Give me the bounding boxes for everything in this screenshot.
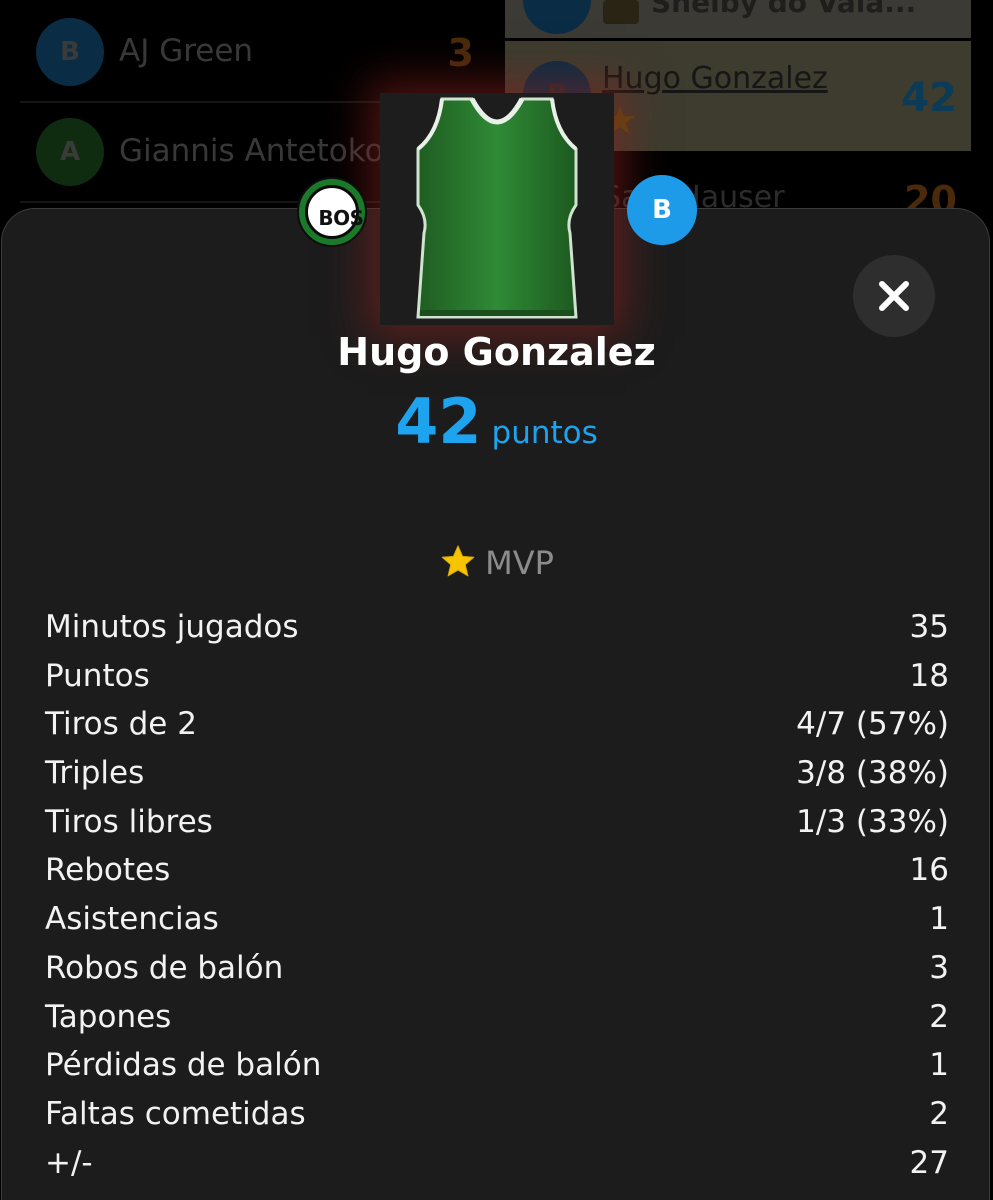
stats-table: Minutos jugados 35 Puntos 18 Tiros de 2 4/7… [45,603,949,1187]
book-icon [603,0,639,24]
jersey-icon [416,97,578,319]
stat-row: Minutos jugados 35 [45,603,949,652]
list-item[interactable]: Shelby do Vala... [505,0,971,38]
player-score: 3 [447,31,474,75]
stat-value: 2 [929,1095,949,1132]
screen: B AJ Green 3 A Giannis Antetoko... Shelb… [0,0,993,1200]
stat-label: Rebotes [45,852,171,889]
stat-row: Asistencias 1 [45,895,949,944]
list-item[interactable]: B AJ Green 3 [20,3,488,103]
stat-row: Puntos 18 [45,652,949,701]
avatar: B [36,18,104,86]
position-badge: B [627,175,697,245]
stat-value: 3/8 (38%) [796,755,949,792]
close-button[interactable] [853,255,935,337]
player-score: 42 [901,75,957,121]
stat-label: +/- [45,1144,93,1181]
mvp-label: MVP [0,544,993,582]
stat-label: Minutos jugados [45,609,299,645]
stat-value: 1 [929,1047,949,1084]
stat-row: Pérdidas de balón 1 [45,1041,949,1090]
stat-label: Robos de balón [45,949,284,986]
player-name: AJ Green [119,33,254,69]
avatar: A [36,118,104,186]
stat-value: 3 [929,949,949,986]
score-value: 42 [395,385,482,458]
player-name-link[interactable]: Hugo Gonzalez [602,61,828,96]
stat-value: 35 [909,609,949,645]
score-unit: puntos [491,415,598,451]
stat-row: Robos de balón 3 [45,944,949,993]
stat-row: Triples 3/8 (38%) [45,749,949,798]
stat-value: 2 [929,998,949,1035]
jersey-image [380,93,614,325]
avatar [523,0,591,34]
stat-value: 16 [909,852,949,889]
player-name: Giannis Antetoko... [119,133,413,169]
stat-label: Faltas cometidas [45,1095,306,1132]
player-name: Shelby do Vala... [651,0,917,19]
stat-row: +/- 27 [45,1139,949,1188]
stat-label: Tapones [45,998,172,1035]
stat-row: Faltas cometidas 2 [45,1090,949,1139]
stat-value: 1/3 (33%) [796,803,949,840]
stat-value: 1 [929,901,949,938]
mvp-text: MVP [485,544,554,582]
stat-label: Triples [45,755,145,792]
stat-row: Tiros libres 1/3 (33%) [45,798,949,847]
team-logo: BOS [297,177,367,247]
stat-row: Tapones 2 [45,993,949,1042]
stat-row: Rebotes 16 [45,846,949,895]
player-score: 42 puntos [0,385,993,458]
team-abbr: BOS [318,206,364,230]
team-logo-inner: BOS [305,185,364,239]
stat-row: Tiros de 2 4/7 (57%) [45,700,949,749]
stat-value: 4/7 (57%) [796,706,949,743]
stat-value: 27 [909,1144,949,1181]
star-icon [441,545,475,577]
stat-label: Tiros de 2 [45,706,197,743]
stat-label: Pérdidas de balón [45,1047,322,1084]
stat-label: Tiros libres [45,803,213,840]
stat-label: Asistencias [45,901,219,938]
player-name: Hugo Gonzalez [337,330,656,374]
stat-label: Puntos [45,657,150,694]
close-icon [879,281,909,311]
stat-value: 18 [909,657,949,694]
